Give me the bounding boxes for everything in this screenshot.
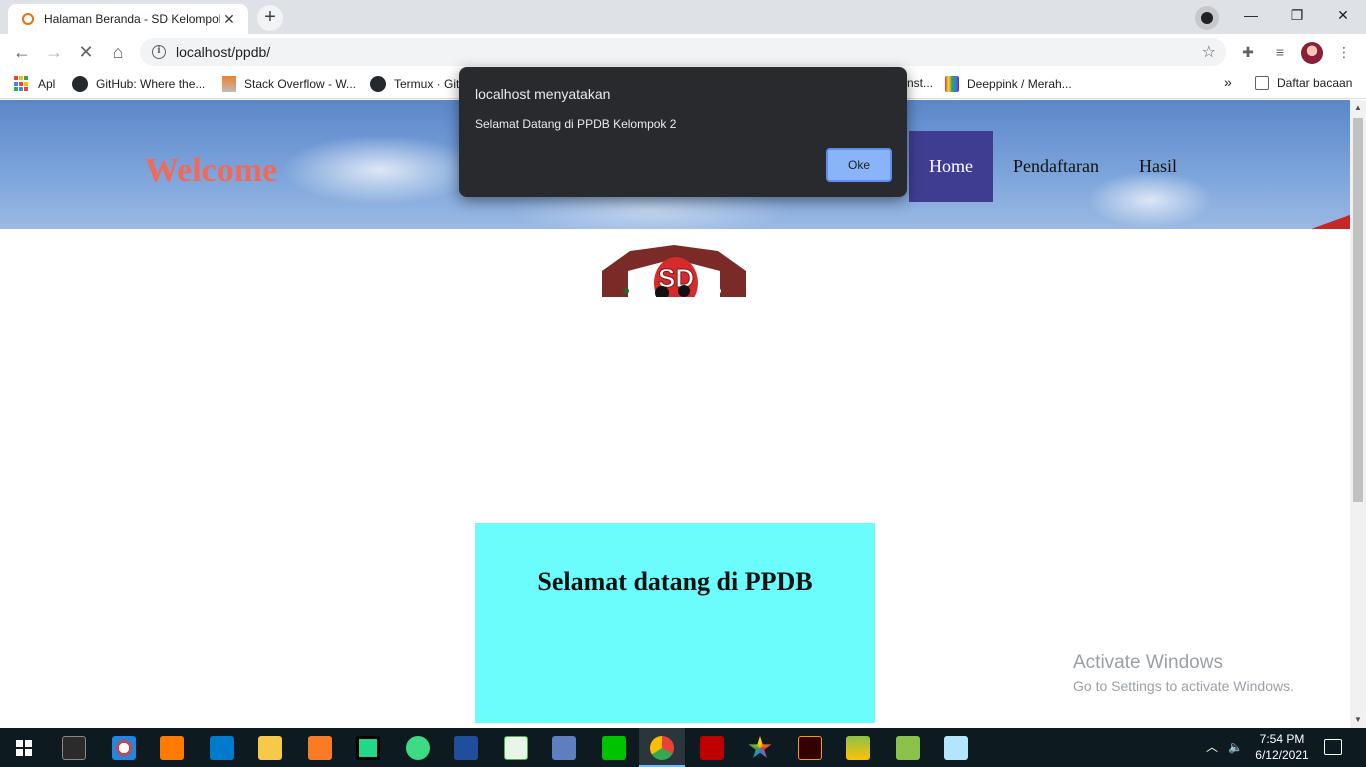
android-sdk-icon[interactable] — [896, 736, 920, 760]
android-studio-icon[interactable] — [406, 736, 430, 760]
dialog-message: Selamat Datang di PPDB Kelompok 2 — [475, 117, 677, 131]
clock-date: 6/12/2021 — [1255, 748, 1309, 762]
bookmark-label: Deeppink / Merah... — [967, 77, 1072, 91]
windows-taskbar: ︿ 🔈 7:54 PM 6/12/2021 — [0, 728, 1366, 767]
reading-list-label: Daftar bacaan — [1277, 76, 1353, 90]
scroll-down-icon[interactable]: ▼ — [1350, 712, 1366, 728]
bluestacks-icon[interactable] — [846, 736, 870, 760]
profile-avatar[interactable] — [1301, 42, 1323, 64]
alert-dialog: localhost menyatakan Selamat Datang di P… — [459, 67, 907, 197]
tab-search-icon[interactable] — [1195, 6, 1219, 30]
reading-list-icon — [1255, 76, 1269, 90]
nav-home[interactable]: Home — [909, 131, 993, 202]
bookmark-label: Stack Overflow - W... — [244, 77, 357, 91]
bookmark-deeppink[interactable]: Deeppink / Merah... — [945, 76, 1072, 92]
media-control-icon[interactable]: ≡ — [1270, 42, 1290, 62]
sublime-text-icon[interactable] — [160, 736, 184, 760]
welcome-heading: Welcome — [145, 152, 278, 189]
back-icon[interactable]: ← — [8, 38, 36, 66]
roof-decoration — [1310, 215, 1350, 229]
bookmark-label: nst... — [907, 76, 934, 90]
scrollbar-thumb[interactable] — [1353, 118, 1363, 502]
forward-icon[interactable]: → — [40, 38, 68, 66]
bookmark-termux[interactable]: Termux · Git — [370, 76, 459, 92]
github-icon — [72, 76, 88, 92]
new-tab-button[interactable]: + — [257, 5, 283, 31]
virtualbox-icon[interactable] — [552, 736, 576, 760]
star-app-icon[interactable] — [748, 736, 772, 758]
close-tab-icon[interactable]: ✕ — [220, 11, 238, 28]
github-icon — [370, 76, 386, 92]
dev-cpp-icon[interactable] — [454, 736, 478, 760]
clock-time: 7:54 PM — [1259, 732, 1305, 746]
dialog-title: localhost menyatakan — [475, 86, 611, 102]
volume-icon[interactable]: 🔈 — [1228, 728, 1243, 767]
loading-favicon-icon — [22, 13, 34, 25]
vscode-icon[interactable] — [210, 736, 234, 760]
bookmark-stackoverflow[interactable]: Stack Overflow - W... — [222, 76, 356, 92]
bookmark-apps[interactable]: Apl — [14, 76, 55, 92]
bookmark-star-icon[interactable]: ☆ — [1202, 42, 1216, 62]
welcome-panel: Selamat datang di PPDB — [475, 523, 875, 723]
extensions-icon[interactable]: ✚ — [1238, 42, 1258, 62]
bookmark-label: GitHub: Where the... — [96, 77, 206, 91]
stackoverflow-icon — [222, 76, 236, 92]
close-window-icon[interactable]: ✕ — [1320, 0, 1366, 30]
bookmark-github[interactable]: GitHub: Where the... — [72, 76, 205, 92]
stop-loading-icon[interactable]: ✕ — [72, 38, 100, 66]
file-explorer-icon[interactable] — [258, 736, 282, 760]
apps-grid-icon — [14, 76, 30, 92]
scroll-up-icon[interactable]: ▲ — [1350, 100, 1366, 116]
page-scrollbar[interactable]: ▲ ▼ — [1350, 100, 1366, 728]
school-logo: SD — [600, 245, 748, 297]
paint-icon[interactable] — [112, 736, 136, 760]
menu-kebab-icon[interactable]: ⋮ — [1334, 42, 1354, 62]
browser-tab[interactable]: Halaman Beranda - SD Kelompok ✕ — [8, 4, 248, 34]
tray-chevron-icon[interactable]: ︿ — [1206, 728, 1218, 767]
welcome-panel-title: Selamat datang di PPDB — [537, 567, 813, 596]
terminal-icon[interactable] — [62, 736, 86, 760]
bookmark-partial[interactable]: nst... — [907, 76, 933, 90]
bookmark-label: Apl — [38, 77, 56, 91]
notification-icon[interactable] — [1324, 739, 1342, 755]
watermark-line-1: Activate Windows — [1073, 652, 1223, 673]
reading-list-button[interactable]: Daftar bacaan — [1255, 76, 1352, 90]
line-icon[interactable] — [602, 736, 626, 760]
pycharm-icon[interactable] — [356, 736, 380, 760]
activate-windows-watermark: Activate Windows Go to Settings to activ… — [1073, 652, 1294, 694]
rainbow-book-icon — [945, 76, 959, 92]
site-info-icon[interactable]: i — [152, 45, 166, 59]
system-clock[interactable]: 7:54 PM 6/12/2021 — [1252, 731, 1312, 763]
nav-hasil[interactable]: Hasil — [1119, 131, 1197, 202]
nav-pendaftaran[interactable]: Pendaftaran — [993, 131, 1119, 202]
chrome-icon[interactable] — [650, 736, 674, 760]
ok-button[interactable]: Oke — [826, 148, 892, 182]
minimize-icon[interactable]: — — [1228, 0, 1274, 30]
notepad-icon[interactable] — [504, 736, 528, 760]
url-text[interactable]: localhost/ppdb/ — [176, 44, 1202, 60]
notes-icon[interactable] — [944, 736, 968, 760]
watermark-line-2: Go to Settings to activate Windows. — [1073, 678, 1294, 694]
tab-title: Halaman Beranda - SD Kelompok — [44, 12, 220, 26]
address-bar[interactable]: i localhost/ppdb/ ☆ — [140, 38, 1226, 66]
bookmarks-overflow-icon[interactable]: » — [1224, 74, 1232, 90]
browser-tabstrip: Halaman Beranda - SD Kelompok ✕ + — ❐ ✕ — [0, 0, 1366, 34]
home-icon[interactable]: ⌂ — [104, 38, 132, 66]
school-logo-emblem: SD — [602, 245, 746, 297]
bookmark-label: Termux · Git — [394, 77, 460, 91]
browser-toolbar: ← → ✕ ⌂ i localhost/ppdb/ ☆ ✚ ≡ ⋮ — [0, 34, 1366, 70]
windows-start-icon[interactable] — [16, 740, 32, 756]
xampp-icon[interactable] — [308, 736, 332, 760]
filezilla-icon[interactable] — [700, 736, 724, 760]
restore-icon[interactable]: ❐ — [1274, 0, 1320, 30]
main-nav: Home Pendaftaran Hasil — [909, 131, 1197, 202]
illustrator-icon[interactable] — [798, 736, 822, 760]
